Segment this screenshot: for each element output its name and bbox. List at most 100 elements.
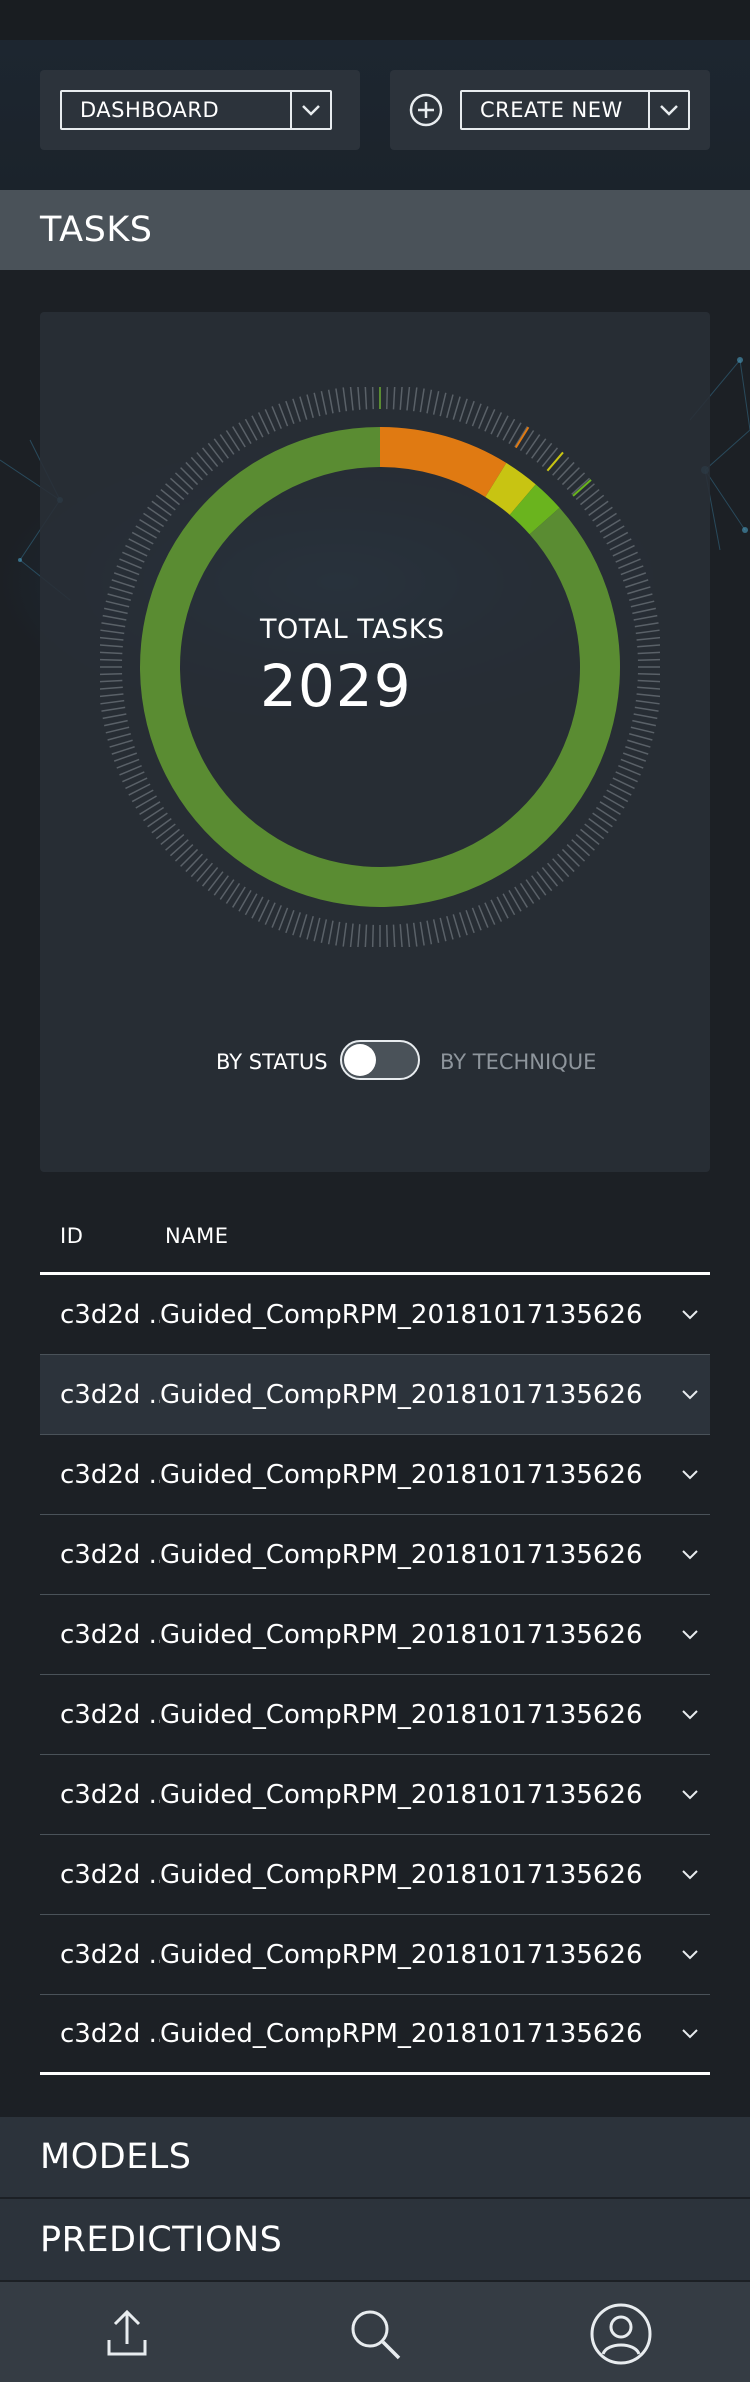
tick-mark	[165, 483, 185, 501]
row-name: Guided_CompRPM_20181017135626	[160, 1379, 643, 1410]
tick-mark	[636, 693, 660, 698]
tick-mark	[100, 658, 123, 661]
table-row[interactable]: c3d2d ...Guided_CompRPM_20181017135626	[40, 1995, 710, 2075]
table-row[interactable]: c3d2d ...Guided_CompRPM_20181017135626	[40, 1595, 710, 1675]
tasks-table: ID NAME c3d2d ...Guided_CompRPM_20181017…	[40, 1200, 710, 2075]
tick-mark	[561, 848, 580, 867]
tick-mark	[104, 607, 128, 615]
plus-circle-icon[interactable]	[408, 92, 444, 128]
tick-mark	[201, 867, 219, 887]
tick-mark	[174, 472, 194, 490]
tick-mark	[169, 839, 189, 857]
tick-mark	[107, 733, 131, 741]
tick-mark	[190, 858, 208, 878]
tick-mark	[531, 875, 547, 896]
search-icon[interactable]	[343, 2302, 407, 2366]
chevron-down-icon[interactable]	[670, 1469, 710, 1480]
status-bar-area	[0, 0, 750, 40]
tick-mark	[541, 447, 559, 467]
tick-mark	[105, 600, 130, 608]
table-row[interactable]: c3d2d ...Guided_CompRPM_20181017135626	[40, 1355, 710, 1435]
slice-boundary-marker	[514, 426, 530, 449]
row-name: Guided_CompRPM_20181017135626	[160, 1699, 643, 1730]
tick-mark	[620, 758, 644, 769]
tick-mark	[399, 387, 403, 410]
by-technique-label[interactable]: BY TECHNIQUE	[440, 1050, 596, 1074]
upload-icon[interactable]	[95, 2302, 159, 2366]
tick-mark	[196, 452, 214, 472]
row-name: Guided_CompRPM_20181017135626	[160, 1859, 643, 1890]
tick-mark	[637, 651, 660, 655]
slice-boundary-marker	[572, 479, 592, 497]
table-row[interactable]: c3d2d ...Guided_CompRPM_20181017135626	[40, 1755, 710, 1835]
tick-mark	[571, 477, 591, 495]
tick-mark	[633, 713, 658, 720]
tick-mark	[320, 919, 328, 943]
tick-mark	[101, 622, 126, 628]
chevron-down-icon[interactable]	[648, 92, 688, 128]
chevron-down-icon[interactable]	[670, 1309, 710, 1320]
chevron-down-icon[interactable]	[670, 1709, 710, 1720]
tick-mark	[169, 477, 189, 495]
row-id: c3d2d ...	[60, 1939, 160, 1970]
chevron-down-icon[interactable]	[290, 92, 330, 128]
tick-mark	[174, 844, 194, 862]
chart-mode-toggle[interactable]	[340, 1040, 420, 1080]
chevron-down-icon[interactable]	[670, 1949, 710, 1960]
tick-mark	[213, 875, 229, 896]
tick-mark	[109, 586, 133, 595]
tick-mark	[100, 693, 124, 698]
by-status-label[interactable]: BY STATUS	[216, 1050, 328, 1074]
predictions-section-header[interactable]: PREDICTIONS	[0, 2199, 750, 2280]
table-row[interactable]: c3d2d ...Guided_CompRPM_20181017135626	[40, 1275, 710, 1355]
column-header-name[interactable]: NAME	[165, 1224, 710, 1248]
tick-mark	[627, 586, 651, 595]
user-icon[interactable]	[589, 2302, 653, 2366]
tick-mark	[100, 673, 123, 676]
tick-mark	[636, 636, 660, 641]
tick-mark	[625, 579, 649, 588]
tick-mark	[406, 923, 411, 947]
tasks-section-header[interactable]: TASKS	[0, 190, 750, 270]
tick-mark	[292, 912, 301, 936]
tick-mark	[629, 733, 653, 741]
tick-mark	[185, 853, 203, 873]
create-new-select[interactable]: CREATE NEW	[460, 90, 690, 130]
tick-mark	[349, 387, 354, 411]
tick-mark	[471, 907, 482, 931]
table-row[interactable]: c3d2d ...Guided_CompRPM_20181017135626	[40, 1515, 710, 1595]
chevron-down-icon[interactable]	[670, 1629, 710, 1640]
tick-mark	[622, 572, 647, 582]
tick-mark	[426, 920, 433, 945]
tick-mark	[531, 438, 547, 459]
tick-mark	[190, 456, 208, 476]
chart-mode-toggle-row: BY STATUS BY TECHNIQUE	[40, 1040, 710, 1084]
tick-mark	[111, 579, 135, 588]
tick-mark	[155, 494, 176, 511]
chevron-down-icon[interactable]	[670, 2028, 710, 2039]
tick-mark	[342, 387, 348, 412]
models-section-header[interactable]: MODELS	[0, 2117, 750, 2198]
tick-mark	[580, 828, 600, 846]
tick-mark	[201, 447, 219, 467]
tick-mark	[180, 467, 199, 486]
tick-mark	[622, 752, 647, 762]
view-select[interactable]: DASHBOARD	[60, 90, 332, 130]
models-section-title: MODELS	[40, 2137, 192, 2177]
tick-mark	[399, 924, 403, 947]
chevron-down-icon[interactable]	[670, 1869, 710, 1880]
row-name: Guided_CompRPM_20181017135626	[160, 1779, 643, 1810]
tick-mark	[536, 871, 553, 892]
chevron-down-icon[interactable]	[670, 1389, 710, 1400]
chevron-down-icon[interactable]	[670, 1789, 710, 1800]
table-row[interactable]: c3d2d ...Guided_CompRPM_20181017135626	[40, 1835, 710, 1915]
tick-mark	[213, 438, 229, 459]
column-header-id[interactable]: ID	[40, 1224, 165, 1248]
table-row[interactable]: c3d2d ...Guided_CompRPM_20181017135626	[40, 1675, 710, 1755]
tick-mark	[100, 651, 123, 655]
table-row[interactable]: c3d2d ...Guided_CompRPM_20181017135626	[40, 1915, 710, 1995]
donut-slice-orange[interactable]	[380, 427, 507, 497]
chevron-down-icon[interactable]	[670, 1549, 710, 1560]
table-row[interactable]: c3d2d ...Guided_CompRPM_20181017135626	[40, 1435, 710, 1515]
tick-mark	[618, 765, 641, 776]
